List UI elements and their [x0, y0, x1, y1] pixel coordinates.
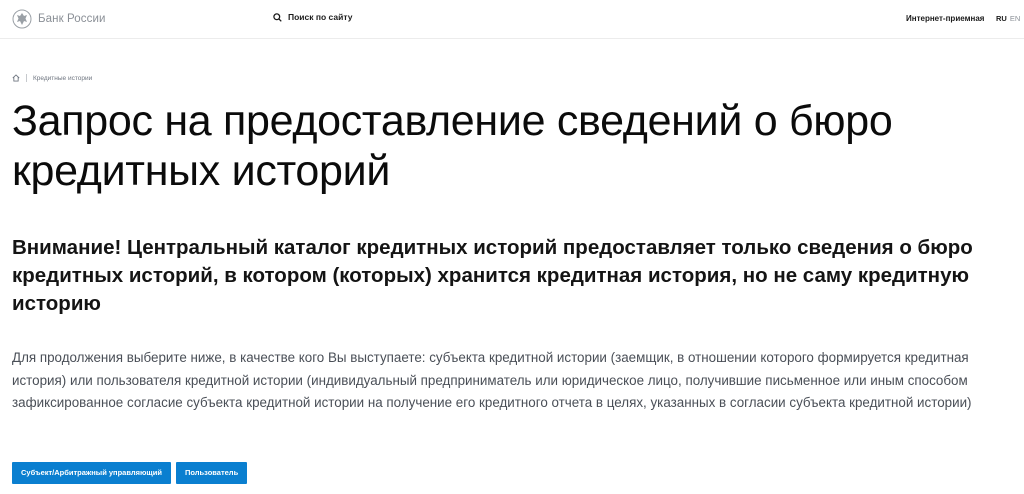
- logo[interactable]: Банк России: [12, 9, 106, 29]
- user-button[interactable]: Пользователь: [176, 462, 248, 484]
- subject-arbitration-manager-button[interactable]: Субъект/Арбитражный управляющий: [12, 462, 171, 484]
- breadcrumb-separator: [26, 74, 27, 82]
- search-button[interactable]: Поиск по сайту: [273, 12, 352, 22]
- page-title: Запрос на предоставление сведений о бюро…: [12, 97, 893, 195]
- instruction-text: Для продолжения выберите ниже, в качеств…: [12, 350, 972, 410]
- site-header: Банк России Поиск по сайту Интернет-прие…: [0, 0, 1024, 39]
- logo-text: Банк России: [38, 13, 106, 25]
- lang-ru-option[interactable]: RU: [996, 14, 1007, 23]
- lang-en-option[interactable]: EN: [1010, 14, 1020, 23]
- search-label: Поиск по сайту: [288, 12, 353, 22]
- bank-emblem-icon: [12, 9, 32, 29]
- internet-reception-link[interactable]: Интернет-приемная: [906, 14, 984, 23]
- home-icon[interactable]: [12, 74, 20, 82]
- warning-text: Внимание! Центральный каталог кредитных …: [12, 236, 973, 315]
- breadcrumb-item-credit-histories[interactable]: Кредитные истории: [33, 75, 92, 82]
- language-switcher: RU EN: [996, 14, 1020, 23]
- search-icon: [273, 12, 282, 22]
- breadcrumb: Кредитные истории: [12, 74, 92, 82]
